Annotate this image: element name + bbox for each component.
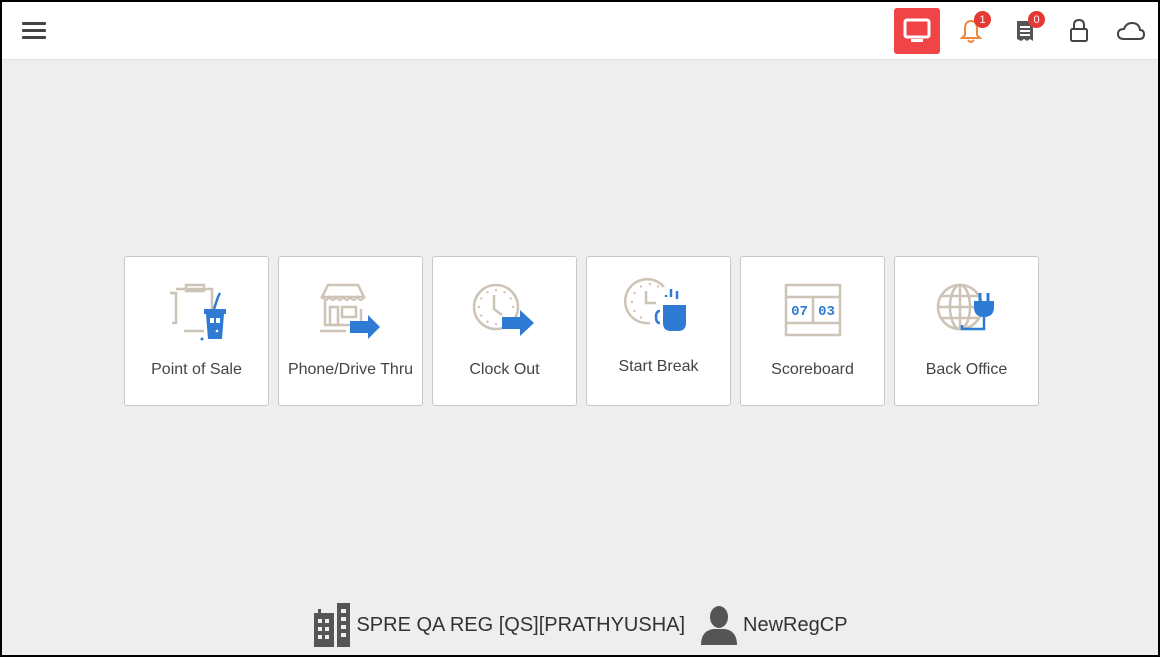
tile-label: Start Break <box>618 358 699 375</box>
tile-point-of-sale[interactable]: Point of Sale <box>124 256 269 406</box>
user-icon <box>701 606 738 645</box>
top-bar: 1 0 <box>2 2 1158 60</box>
scoreboard-digits-right: 03 <box>818 304 835 320</box>
user-info: NewRegCP <box>699 605 848 645</box>
display-icon <box>903 18 931 42</box>
cloud-button[interactable] <box>1108 8 1154 54</box>
status-footer: SPRE QA REG [QS][PRATHYUSHA] NewRegCP <box>2 602 1158 648</box>
tile-label: Scoreboard <box>771 361 854 378</box>
tile-scoreboard[interactable]: 07 03 Scoreboard <box>740 256 885 406</box>
display-button[interactable] <box>894 8 940 54</box>
cloud-icon <box>1116 21 1146 40</box>
tile-label: Clock Out <box>469 361 540 378</box>
tile-phone-drive-thru[interactable]: Phone/Drive Thru <box>278 256 423 406</box>
drive-thru-icon <box>319 283 380 339</box>
store-name: SPRE QA REG [QS][PRATHYUSHA] <box>356 613 686 636</box>
receipts-button[interactable]: 0 <box>1002 8 1048 54</box>
tile-label: Phone/Drive Thru <box>287 361 414 378</box>
receipts-badge: 0 <box>1028 11 1045 28</box>
tile-clock-out[interactable]: Clock Out <box>432 256 577 406</box>
tile-label: Point of Sale <box>151 361 242 378</box>
tiles-grid: Point of Sale Phone/Drive Thru Clock Out… <box>124 256 1039 406</box>
notifications-button[interactable]: 1 <box>948 8 994 54</box>
building-icon <box>314 603 351 647</box>
tile-start-break[interactable]: Start Break <box>586 256 731 406</box>
store-info: SPRE QA REG [QS][PRATHYUSHA] <box>312 603 685 647</box>
notifications-badge: 1 <box>974 11 991 28</box>
clock-out-icon <box>472 283 534 336</box>
back-office-icon <box>936 283 994 331</box>
tile-back-office[interactable]: Back Office <box>894 256 1039 406</box>
user-name: NewRegCP <box>743 613 848 636</box>
start-break-icon <box>623 277 686 331</box>
hamburger-menu-icon[interactable] <box>22 22 46 42</box>
app-frame: 1 0 Point of Sale Phone/Drive Thru Clock… <box>2 2 1158 655</box>
lock-icon <box>1070 18 1088 42</box>
tile-label: Back Office <box>925 361 1008 378</box>
lock-button[interactable] <box>1056 8 1102 54</box>
scoreboard-icon: 07 03 <box>784 283 841 337</box>
point-of-sale-icon <box>169 283 226 341</box>
scoreboard-digits-left: 07 <box>791 304 808 320</box>
